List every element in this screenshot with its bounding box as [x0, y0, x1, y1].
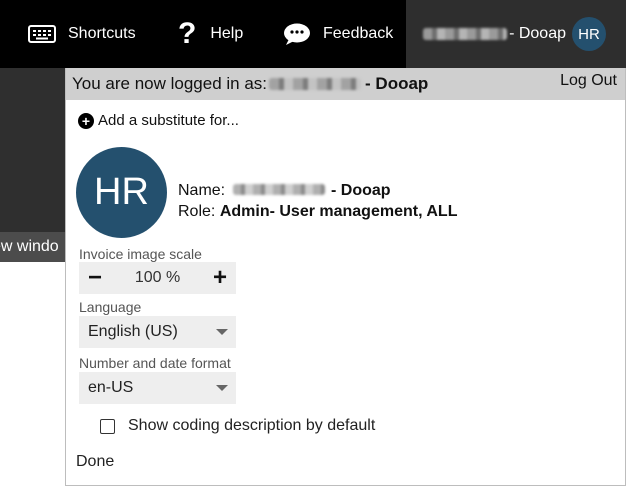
name-label: Name: [178, 182, 226, 199]
plus-circle-icon: + [78, 112, 94, 129]
keyboard-icon [28, 24, 56, 44]
profile-avatar: HR [76, 147, 167, 238]
user-menu-button[interactable]: - Dooap HR [406, 0, 626, 68]
user-profile-dropdown: You are now logged in as: - Dooap Log Ou… [65, 68, 626, 486]
logged-in-header: You are now logged in as: - Dooap Log Ou… [66, 68, 625, 100]
coding-description-label: Show coding description by default [128, 417, 376, 434]
role-row: Role: Admin- User management, ALL [178, 201, 457, 222]
logged-in-prefix: You are now logged in as: [72, 74, 268, 93]
user-info: Name: - Dooap Role: Admin- User manageme… [178, 180, 457, 222]
name-company: - Dooap [331, 182, 391, 199]
language-value: English (US) [88, 323, 178, 340]
done-button[interactable]: Done [76, 453, 114, 471]
chevron-down-icon [216, 329, 228, 335]
background-partial-button: ew windo [0, 232, 66, 262]
redacted-user-name [232, 184, 325, 195]
chat-bubble-icon [283, 22, 311, 46]
shortcuts-button[interactable]: Shortcuts [28, 0, 136, 68]
redacted-user-name [269, 78, 362, 90]
role-value: Admin- User management, ALL [219, 203, 458, 220]
redacted-user-name [423, 28, 508, 40]
help-label: Help [210, 25, 244, 42]
format-value: en-US [88, 379, 134, 396]
scale-value: 100 % [134, 269, 181, 286]
format-label: Number and date format [79, 355, 231, 371]
question-mark-icon: ? [178, 17, 197, 50]
language-select[interactable]: English (US) [79, 316, 236, 348]
feedback-label: Feedback [323, 25, 394, 42]
logged-in-company: - Dooap [365, 74, 429, 93]
invoice-scale-stepper: − 100 % + [79, 262, 236, 294]
coding-description-checkbox[interactable] [100, 418, 115, 434]
format-select[interactable]: en-US [79, 372, 236, 404]
increase-scale-button[interactable]: + [204, 262, 236, 294]
name-row: Name: - Dooap [178, 180, 457, 201]
avatar: HR [572, 17, 606, 51]
user-company-label: - Dooap [509, 25, 566, 42]
top-navigation-bar: Shortcuts ? Help Feedback - Dooap HR [0, 0, 626, 68]
feedback-button[interactable]: Feedback [283, 0, 393, 68]
help-button[interactable]: ? Help [178, 0, 243, 68]
logout-link[interactable]: Log Out [560, 72, 617, 90]
chevron-down-icon [216, 385, 228, 391]
add-substitute-label: Add a substitute for... [98, 112, 239, 129]
invoice-scale-label: Invoice image scale [79, 246, 202, 262]
role-label: Role: [178, 203, 216, 220]
coding-description-option: Show coding description by default [100, 417, 375, 435]
add-substitute-link[interactable]: + Add a substitute for... [78, 112, 239, 129]
language-label: Language [79, 299, 142, 315]
shortcuts-label: Shortcuts [68, 25, 136, 42]
decrease-scale-button[interactable]: − [79, 262, 111, 294]
